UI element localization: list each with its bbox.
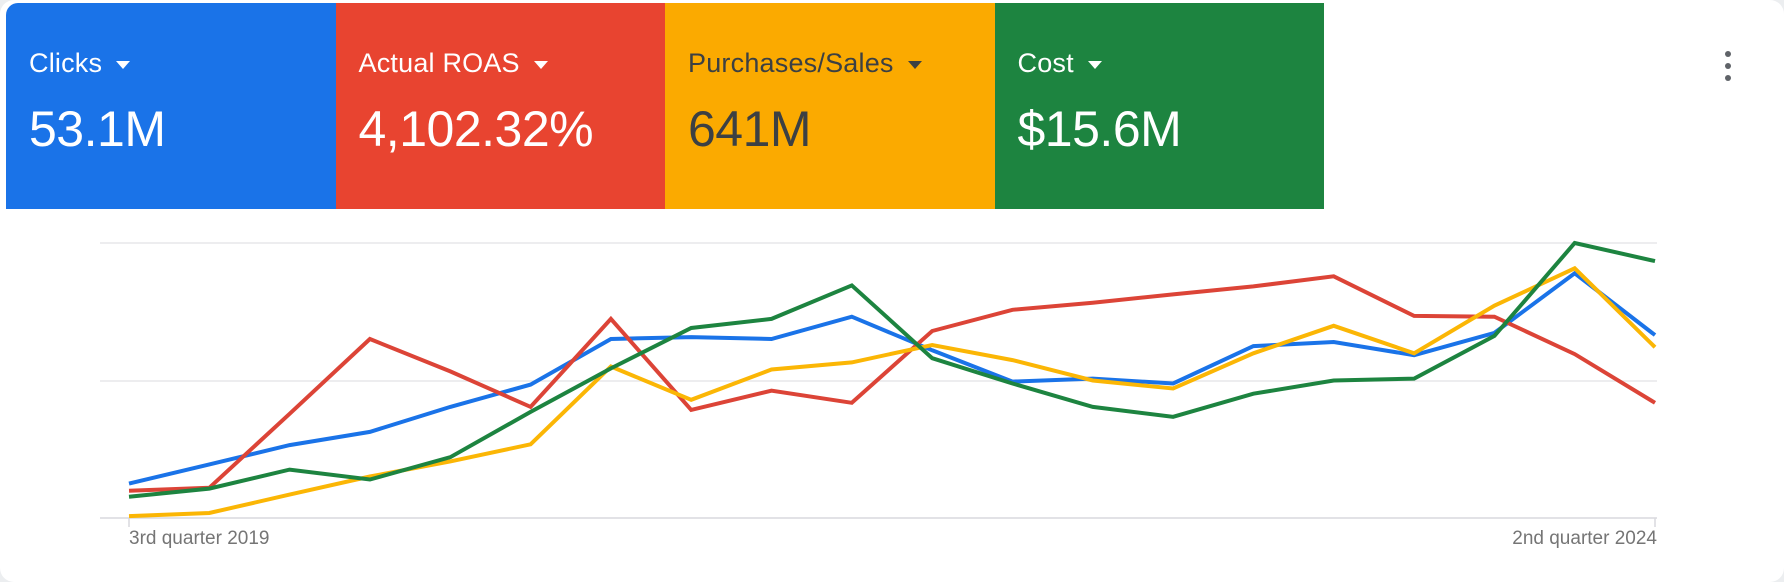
scorecard-label-row: Clicks [29, 47, 316, 79]
scorecard-label: Cost [1017, 48, 1074, 78]
scorecard-label: Purchases/Sales [688, 48, 894, 78]
series-line-clicks [128, 270, 1657, 486]
scorecard-label: Clicks [29, 48, 103, 78]
scorecard-purchases-sales[interactable]: Purchases/Sales 641M [665, 3, 995, 209]
kebab-menu-icon [1725, 51, 1731, 57]
chevron-down-icon [907, 61, 922, 69]
scorecard-value: 641M [688, 101, 812, 157]
scorecard-label: Actual ROAS [358, 48, 520, 78]
scorecard-actual-roas[interactable]: Actual ROAS 4,102.32% [335, 3, 665, 209]
series-line-actual-roas [128, 274, 1657, 493]
scorecard-label-row: Cost [1018, 47, 1305, 79]
scorecard-strip: Clicks 53.1M Actual ROAS 4,102.32% Purch… [6, 3, 1324, 209]
scorecard-label-row: Purchases/Sales [688, 47, 975, 79]
kebab-menu-button[interactable] [1708, 46, 1748, 86]
x-axis-end-label: 2nd quarter 2024 [1512, 528, 1657, 549]
kebab-menu-icon [1725, 63, 1731, 69]
chevron-down-icon [533, 61, 548, 69]
kebab-menu-icon [1725, 75, 1731, 81]
scorecard-value: 4,102.32% [358, 101, 594, 157]
scorecard-label-row: Actual ROAS [359, 47, 646, 79]
chevron-down-icon [116, 61, 131, 69]
scorecard-value: $15.6M [1017, 101, 1182, 157]
scorecard-clicks[interactable]: Clicks 53.1M [6, 3, 336, 209]
chevron-down-icon [1087, 61, 1102, 69]
overview-panel: Clicks 53.1M Actual ROAS 4,102.32% Purch… [0, 0, 1784, 582]
x-axis-start-label: 3rd quarter 2019 [129, 528, 270, 549]
scorecard-cost[interactable]: Cost $15.6M [994, 3, 1324, 209]
scorecard-value: 53.1M [29, 101, 166, 157]
series-line-cost [128, 240, 1656, 499]
